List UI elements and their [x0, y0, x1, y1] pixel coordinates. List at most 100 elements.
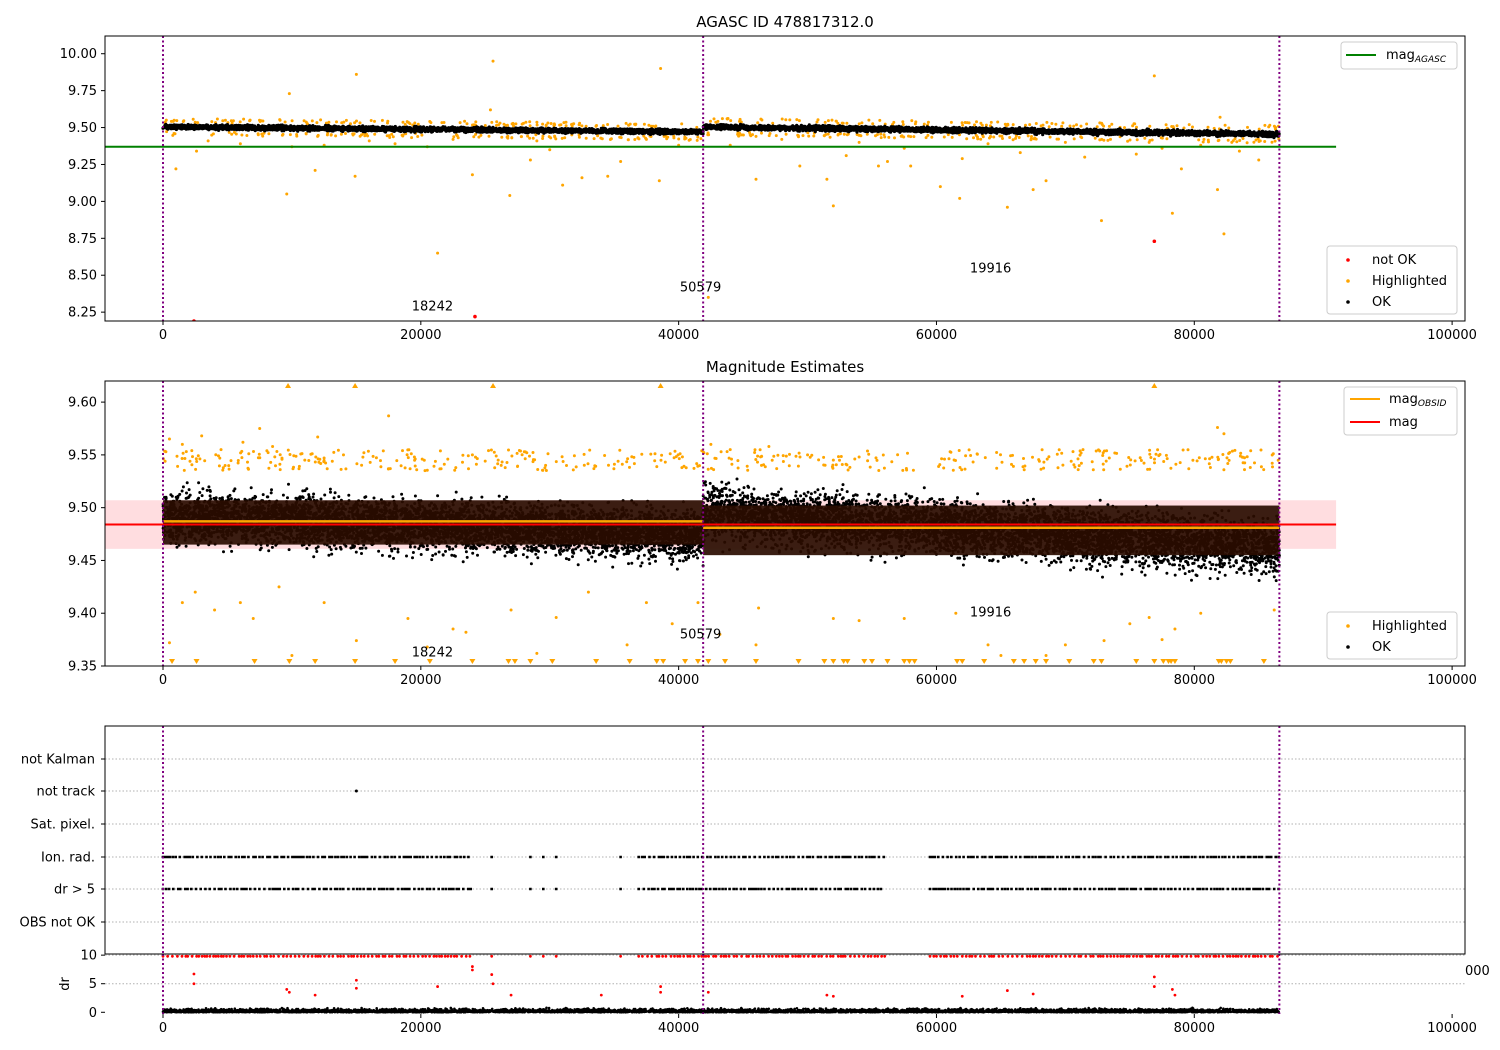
mag-highlighted-point-7: [303, 458, 307, 462]
dr-outlier-point-6: [354, 986, 358, 990]
mag-lower-triangle-5: [352, 659, 359, 664]
mag-lower-triangle-30: [901, 659, 908, 664]
agasc-highlighted-point-46: [960, 157, 964, 161]
mag-highlighted-point-5: [258, 427, 262, 430]
mag-highlighted-point-23: [180, 601, 184, 605]
mag-lower-triangle-53: [1260, 659, 1267, 664]
agasc-highlighted-point-36: [825, 177, 829, 181]
mag-highlighted-point-39: [586, 590, 590, 594]
agasc-highlighted-point-2: [206, 139, 210, 143]
agasc-highlighted-point-64: [1218, 115, 1222, 119]
mag-lower-triangle-1: [193, 659, 200, 664]
mag-lower-triangle-19: [705, 659, 712, 664]
dr-xtick-label-5: 100000: [1427, 1021, 1477, 1036]
agasc-panel-title: AGASC ID 478817312.0: [696, 13, 874, 31]
agasc-highlighted-point-49: [1018, 151, 1022, 155]
legend-highlighted-label-2: Highlighted: [1372, 619, 1447, 634]
legend-highlighted-label: Highlighted: [1372, 274, 1447, 289]
mag-highlighted-point-49: [902, 617, 906, 620]
agasc-highlighted-point-37: [831, 204, 835, 208]
agasc-obsid-label-0: 18242: [412, 300, 453, 315]
mag-lower-triangle-0: [169, 659, 176, 664]
mag-lower-triangle-33: [954, 659, 961, 664]
agasc-ytick-label-5: 9.50: [68, 121, 97, 136]
agasc-not-ok-point-2: [1152, 239, 1157, 244]
agasc-highlighted-point-24: [580, 176, 584, 180]
mag-upper-triangle-1: [352, 383, 359, 388]
mag-lower-triangle-45: [1160, 659, 1167, 664]
agasc-obsid-label-1: 50579: [680, 280, 721, 295]
mag-lower-triangle-26: [844, 659, 851, 664]
dr-outlier-point-19: [960, 994, 964, 998]
agasc-ytick-label-4: 9.25: [68, 158, 97, 173]
not-track-point-0: [354, 789, 358, 793]
mag-ytick-label-0: 9.35: [68, 660, 97, 675]
agasc-ytick-label-1: 8.50: [68, 269, 97, 284]
agasc-highlighted-point-0: [174, 167, 178, 171]
mag-highlighted-point-61: [1272, 608, 1276, 612]
agasc-xtick-label-4: 80000: [1174, 328, 1215, 343]
mag-highlighted-point-15: [728, 448, 732, 452]
mag-lower-triangle-9: [505, 659, 512, 664]
mag-lower-triangle-28: [869, 659, 876, 664]
dr-xtick-label-3: 60000: [916, 1021, 957, 1036]
dr-outlier-point-13: [599, 993, 603, 997]
mag-highlighted-point-48: [857, 619, 861, 623]
mag-lower-triangle-44: [1151, 659, 1158, 664]
mag-highlighted-point-27: [251, 617, 255, 620]
agasc-highlighted-point-29: [657, 179, 661, 183]
mag-lower-triangle-38: [1032, 659, 1039, 664]
mag-lower-triangle-8: [469, 659, 476, 664]
mag-highlighted-fringe: [161, 448, 1280, 473]
mag-xtick-label-5: 100000: [1427, 673, 1477, 688]
dr-xtick-label-2: 40000: [658, 1021, 699, 1036]
legend-mag-label: mag: [1389, 415, 1418, 430]
mag-highlighted-point-14: [709, 442, 713, 446]
mag-lower-triangle-36: [1010, 659, 1017, 664]
mag-highlighted-point-35: [464, 630, 468, 634]
agasc-highlighted-point-1: [195, 149, 199, 153]
mag-ytick-label-3: 9.50: [68, 501, 97, 516]
agasc-highlighted-point-21: [535, 139, 539, 143]
flag-label-3: Ion. rad.: [41, 851, 95, 866]
mag-highlighted-point-28: [277, 585, 281, 589]
flag-label-4: dr > 5: [54, 883, 95, 898]
mag-highlighted-point-40: [625, 643, 629, 647]
agasc-highlighted-point-19: [508, 193, 512, 197]
agasc-highlighted-point-45: [958, 196, 962, 200]
agasc-highlighted-point-17: [491, 59, 495, 63]
mag-highlighted-point-31: [354, 639, 358, 643]
flag-label-0: not Kalman: [21, 753, 95, 768]
agasc-xtick-label-0: 0: [159, 328, 167, 343]
magnitude-estimates-panel: Magnitude Estimates 18242 50579 19916 9.35…: [68, 358, 1477, 688]
mag-highlighted-point-2: [200, 434, 204, 438]
agasc-highlighted-point-33: [754, 177, 758, 181]
dr-outlier-point-5: [354, 978, 358, 982]
dr-outlier-point-7: [436, 985, 439, 988]
agasc-highlighted-point-12: [393, 142, 397, 146]
agasc-xtick-label-3: 60000: [916, 328, 957, 343]
dr-outlier-point-12: [509, 993, 513, 997]
mag-lower-triangle-24: [830, 659, 837, 664]
legend-mag-agasc-label: mag: [1386, 48, 1415, 63]
dr-outlier-point-3: [287, 990, 291, 994]
mag-highlighted-point-24: [193, 590, 197, 594]
mag-highlighted-point-17: [806, 453, 810, 457]
agasc-highlighted-point-11: [367, 139, 371, 143]
mag-lower-triangle-32: [911, 659, 918, 664]
agasc-highlighted-point-61: [1179, 167, 1183, 171]
agasc-ytick-label-3: 9.00: [68, 195, 97, 210]
mag-lower-triangle-34: [959, 659, 966, 664]
agasc-highlighted-point-65: [1222, 232, 1226, 236]
agasc-highlighted-point-4: [287, 92, 291, 96]
agasc-highlighted-point-48: [1005, 205, 1009, 209]
mag-highlighted-point-25: [213, 608, 217, 612]
dr-outlier-point-9: [470, 968, 474, 972]
magnitude-panel-title: Magnitude Estimates: [706, 358, 864, 376]
mag-highlighted-point-59: [1173, 627, 1177, 631]
agasc-highlighted-point-18: [488, 108, 492, 112]
mag-highlighted-point-11: [412, 455, 416, 459]
mag-xtick-label-0: 0: [159, 673, 167, 688]
flag-label-5: OBS not OK: [20, 916, 96, 931]
legend-not-ok-label: not OK: [1372, 253, 1417, 268]
